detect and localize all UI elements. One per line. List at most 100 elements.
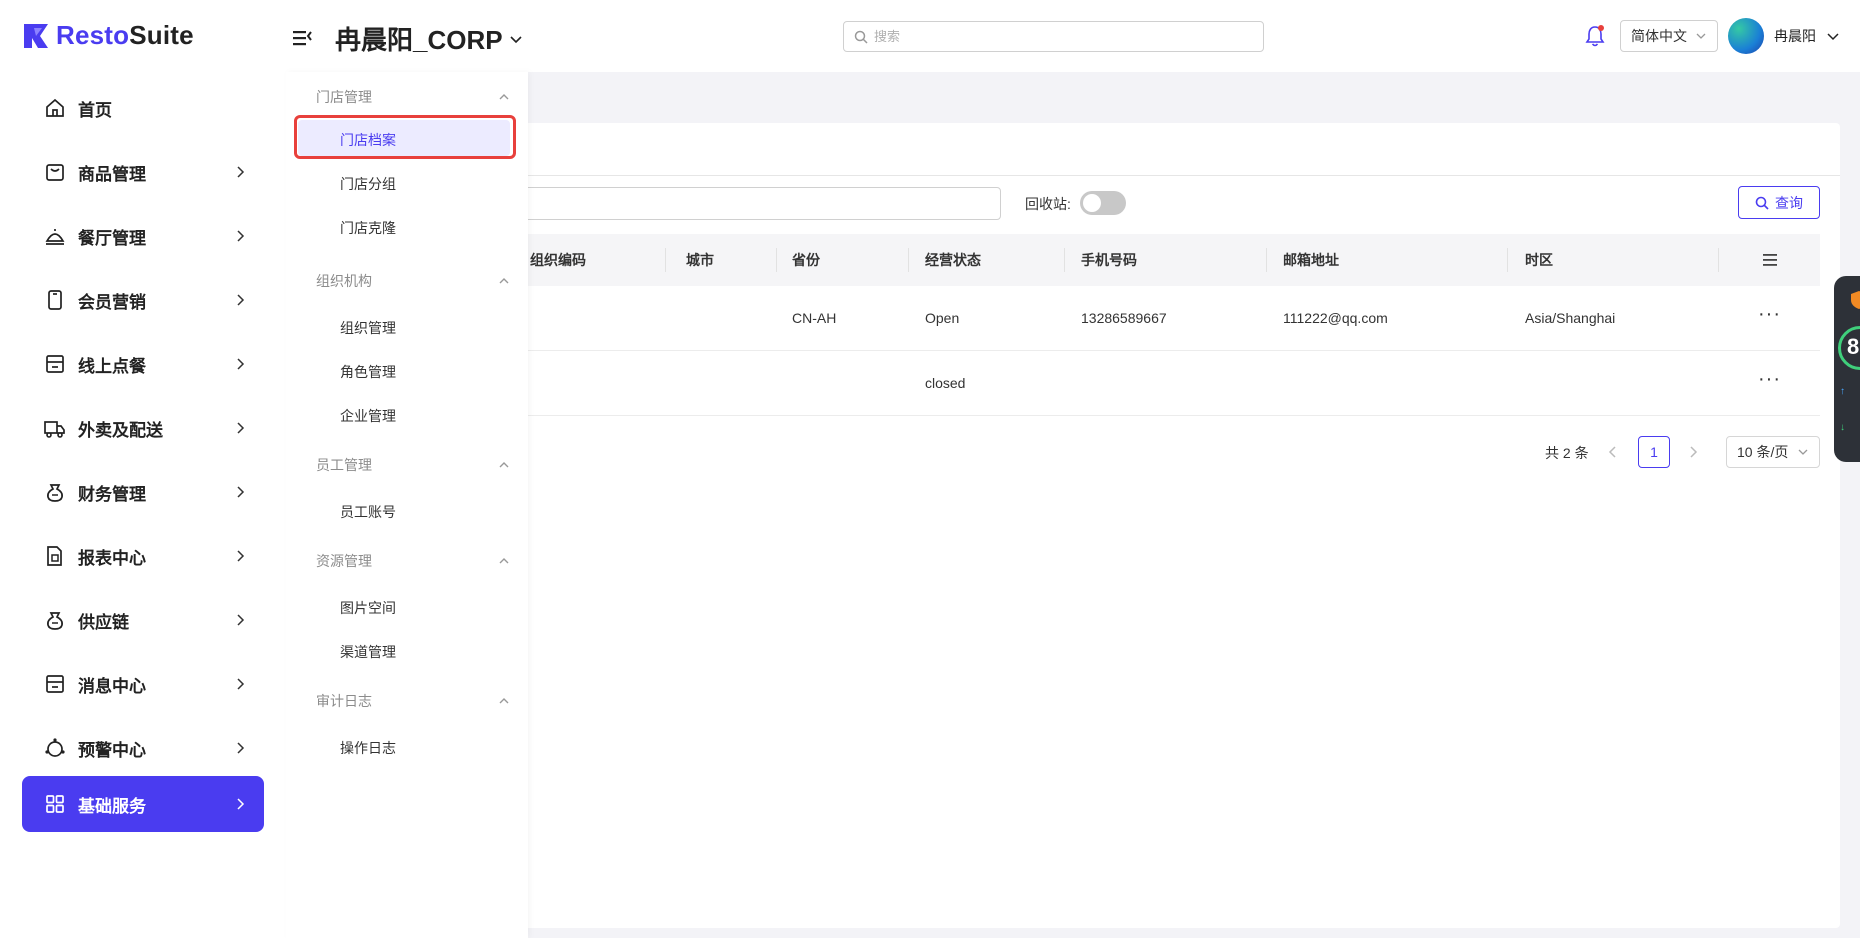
submenu-group-resources[interactable]: 资源管理 <box>316 550 510 572</box>
search-input[interactable] <box>874 29 1263 44</box>
chevron-right-icon <box>237 358 245 370</box>
column-header-email: 邮箱地址 <box>1283 252 1339 268</box>
message-icon <box>46 675 64 693</box>
sidebar-item-online-order[interactable]: 线上点餐 <box>22 336 264 392</box>
row-more-actions-icon[interactable]: ··· <box>1758 351 1781 416</box>
chevron-down-icon <box>1798 449 1808 455</box>
store-list-card: 回收站: 查询 组织编码 城市 省份 经营状态 手机号码 邮箱地址 时区 CN-… <box>440 123 1840 928</box>
sidebar-item-member-marketing[interactable]: 会员营销 <box>22 272 264 328</box>
table-row[interactable]: closed ··· <box>440 351 1820 416</box>
submenu-group-organization[interactable]: 组织机构 <box>316 270 510 292</box>
logo[interactable]: RestoSuite <box>22 20 194 51</box>
language-select[interactable]: 简体中文 <box>1620 20 1718 52</box>
sidebar-item-label: 财务管理 <box>78 484 146 504</box>
page-size-select[interactable]: 10 条/页 <box>1726 436 1820 468</box>
sidebar-item-messages[interactable]: 消息中心 <box>22 656 264 712</box>
column-divider <box>1064 248 1065 272</box>
avatar <box>1728 18 1764 54</box>
corp-name: 冉晨阳_CORP <box>335 25 503 55</box>
submenu-item-operation-log[interactable]: 操作日志 <box>340 738 396 758</box>
menu-toggle-icon[interactable] <box>290 26 314 50</box>
submenu-item-staff-accounts[interactable]: 员工账号 <box>340 502 396 522</box>
chevron-down-icon <box>1696 33 1706 39</box>
table-row[interactable]: CN-AH Open 13286589667 111222@qq.com Asi… <box>440 286 1820 351</box>
search-icon <box>854 30 868 44</box>
brand-name: RestoSuite <box>56 20 194 50</box>
search-box[interactable] <box>843 21 1264 52</box>
chevron-right-icon <box>237 422 245 434</box>
query-button-label: 查询 <box>1775 194 1803 211</box>
sidebar-item-products[interactable]: 商品管理 <box>22 144 264 200</box>
page-number[interactable]: 1 <box>1638 436 1670 468</box>
submenu-item-enterprise-management[interactable]: 企业管理 <box>340 406 396 426</box>
download-arrow-icon: ↓ <box>1840 422 1845 433</box>
chevron-right-icon <box>237 550 245 562</box>
sidebar-item-restaurant[interactable]: 餐厅管理 <box>22 208 264 264</box>
language-label: 简体中文 <box>1631 28 1687 44</box>
product-icon <box>46 164 64 181</box>
pagination: 共 2 条 1 10 条/页 <box>440 436 1820 468</box>
sidebar-item-finance[interactable]: 财务管理 <box>22 464 264 520</box>
sidebar-item-reports[interactable]: 报表中心 <box>22 528 264 584</box>
chevron-right-icon <box>237 742 245 754</box>
cell-timezone: Asia/Shanghai <box>1525 310 1616 326</box>
cell-status: closed <box>925 375 966 391</box>
recycle-bin-toggle[interactable] <box>1080 191 1126 215</box>
restaurant-icon <box>45 229 65 245</box>
next-page-icon[interactable] <box>1685 443 1701 461</box>
chevron-right-icon <box>237 614 245 626</box>
chevron-up-icon <box>499 94 509 100</box>
corp-switcher[interactable]: 冉晨阳_CORP <box>335 20 523 57</box>
sidebar-item-supply-chain[interactable]: 供应链 <box>22 592 264 648</box>
submenu-item-store-group[interactable]: 门店分组 <box>340 174 396 194</box>
submenu-group-store[interactable]: 门店管理 <box>316 86 510 108</box>
logo-mark-icon <box>24 23 48 48</box>
column-header-province: 省份 <box>792 252 820 268</box>
column-settings-icon[interactable] <box>1762 253 1778 267</box>
sidebar-item-alerts[interactable]: 预警中心 <box>22 720 264 776</box>
submenu-item-image-space[interactable]: 图片空间 <box>340 598 396 618</box>
sidebar-item-basic-services[interactable]: 基础服务 <box>22 776 264 832</box>
column-divider <box>908 248 909 272</box>
submenu-group-staff[interactable]: 员工管理 <box>316 454 510 476</box>
submenu-item-role-management[interactable]: 角色管理 <box>340 362 396 382</box>
column-divider <box>665 248 666 272</box>
column-divider <box>1266 248 1267 272</box>
chevron-right-icon <box>237 294 245 306</box>
query-button[interactable]: 查询 <box>1738 186 1820 219</box>
chevron-right-icon <box>237 166 245 178</box>
prev-page-icon[interactable] <box>1605 443 1621 461</box>
sidebar-item-delivery[interactable]: 外卖及配送 <box>22 400 264 456</box>
row-more-actions-icon[interactable]: ··· <box>1758 286 1781 351</box>
submenu-group-label: 员工管理 <box>316 457 372 473</box>
grid-icon <box>46 795 64 813</box>
home-icon <box>46 98 64 117</box>
submenu-item-store-profile[interactable]: 门店档案 <box>340 130 396 150</box>
sidebar-item-label: 商品管理 <box>78 164 146 184</box>
finance-icon <box>47 484 63 502</box>
submenu-group-audit-log[interactable]: 审计日志 <box>316 690 510 712</box>
sidebar-item-label: 报表中心 <box>78 548 146 568</box>
report-icon <box>47 546 62 566</box>
submenu-item-channel-management[interactable]: 渠道管理 <box>340 642 396 662</box>
user-menu[interactable]: 冉晨阳 <box>1728 18 1840 54</box>
notification-bell-icon[interactable] <box>1584 24 1606 48</box>
sidebar-item-label: 首页 <box>78 100 112 120</box>
sidebar-item-label: 预警中心 <box>78 740 146 760</box>
alert-icon <box>45 738 65 757</box>
member-icon <box>48 290 62 310</box>
pagination-total: 共 2 条 <box>1545 445 1589 461</box>
user-name: 冉晨阳 <box>1774 28 1816 44</box>
sidebar-item-home[interactable]: 首页 <box>22 80 264 136</box>
floating-system-widget[interactable]: 85 ↑ ↓ <box>1834 276 1860 462</box>
submenu-item-store-clone[interactable]: 门店克隆 <box>340 218 396 238</box>
cell-email: 111222@qq.com <box>1283 310 1388 326</box>
chevron-down-icon <box>510 35 522 43</box>
shield-icon <box>1851 291 1860 309</box>
store-table: 组织编码 城市 省份 经营状态 手机号码 邮箱地址 时区 CN-AH Open … <box>440 234 1820 416</box>
sidebar: 首页 商品管理 餐厅管理 会员营销 线上点餐 外卖及配送 财务管理 报表中心 供… <box>0 72 286 938</box>
submenu-item-org-management[interactable]: 组织管理 <box>340 318 396 338</box>
chevron-up-icon <box>499 698 509 704</box>
search-icon <box>1755 196 1769 210</box>
sidebar-item-label: 餐厅管理 <box>78 228 146 248</box>
